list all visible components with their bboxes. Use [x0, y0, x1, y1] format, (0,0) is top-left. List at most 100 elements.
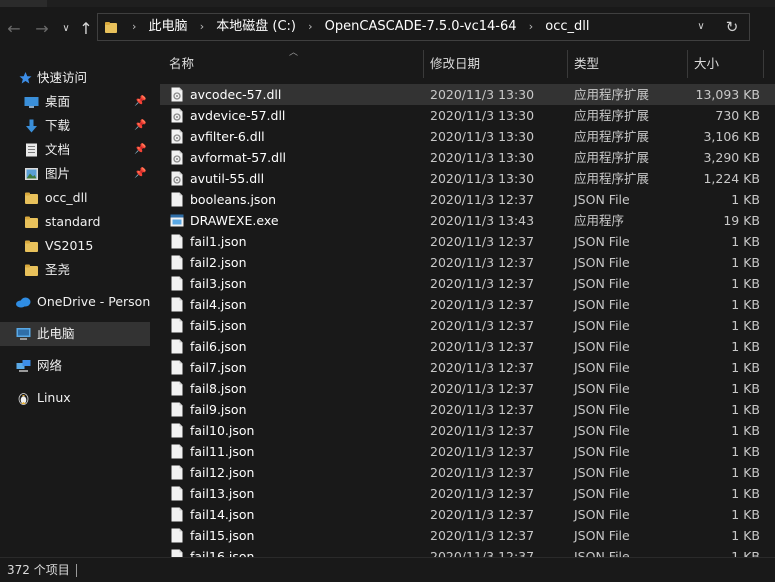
table-row[interactable]: fail3.json 2020/11/3 12:37 JSON File 1 KB [160, 273, 775, 294]
sidebar-item-desktop[interactable]: 桌面 📌 [0, 90, 150, 114]
refresh-button[interactable]: ↻ [721, 17, 743, 37]
sidebar-item-occ-dll[interactable]: occ_dll [0, 186, 150, 210]
file-size: 1 KB [731, 339, 760, 354]
file-date: 2020/11/3 12:37 [430, 234, 535, 249]
file-type: 应用程序扩展 [574, 171, 650, 186]
file-size: 3,106 KB [703, 129, 760, 144]
chevron-down-icon: ∨ [62, 23, 70, 34]
address-dropdown-button[interactable]: ∨ [691, 18, 711, 36]
json-file-icon [171, 318, 183, 333]
recent-locations-button[interactable]: ∨ [56, 19, 76, 39]
sidebar-item-documents[interactable]: 文档 📌 [0, 138, 150, 162]
table-row[interactable]: DRAWEXE.exe 2020/11/3 13:43 应用程序 19 KB [160, 210, 775, 231]
status-divider [76, 564, 77, 577]
sidebar-item-standard[interactable]: standard [0, 210, 150, 234]
up-button[interactable]: ↑ [76, 19, 96, 39]
column-header-size[interactable]: 大小 [694, 50, 719, 78]
file-name: fail1.json [190, 234, 247, 249]
column-header-type[interactable]: 类型 [574, 50, 599, 78]
file-name: booleans.json [190, 192, 277, 207]
json-file-icon [171, 486, 183, 501]
file-size: 1 KB [731, 360, 760, 375]
network-icon [16, 360, 31, 372]
json-file-icon [171, 465, 183, 480]
file-size: 1 KB [731, 234, 760, 249]
file-size: 1 KB [731, 192, 760, 207]
sidebar-item-quick-access[interactable]: 快速访问 [0, 66, 150, 90]
sidebar-item-shengyao[interactable]: 圣尧 [0, 258, 150, 282]
sidebar-item-label: occ_dll [45, 190, 88, 205]
file-list: avcodec-57.dll 2020/11/3 13:30 应用程序扩展 13,09… [160, 84, 775, 557]
column-header-date[interactable]: 修改日期 [430, 50, 480, 78]
breadcrumb-local-disk[interactable]: 本地磁盘 (C:) [216, 14, 296, 40]
desktop-icon [24, 97, 39, 108]
sidebar-item-onedrive[interactable]: OneDrive - Persona [0, 290, 150, 314]
json-file-icon [171, 339, 183, 354]
table-row[interactable]: avutil-55.dll 2020/11/3 13:30 应用程序扩展 1,224 … [160, 168, 775, 189]
file-date: 2020/11/3 12:37 [430, 339, 535, 354]
file-name: fail16.json [190, 549, 255, 557]
address-bar: ← → ∨ ↑ › 此电脑 › 本地磁盘 (C:) › OpenCASCADE-… [0, 7, 775, 49]
column-divider[interactable] [763, 50, 764, 78]
file-type: 应用程序扩展 [574, 129, 650, 144]
file-size: 1,224 KB [703, 171, 760, 186]
breadcrumb-opencascade[interactable]: OpenCASCADE-7.5.0-vc14-64 [325, 14, 517, 40]
forward-button[interactable]: → [32, 19, 52, 39]
table-row[interactable]: fail5.json 2020/11/3 12:37 JSON File 1 KB [160, 315, 775, 336]
file-date: 2020/11/3 13:43 [430, 213, 535, 228]
table-row[interactable]: fail7.json 2020/11/3 12:37 JSON File 1 KB [160, 357, 775, 378]
arrow-right-icon: → [35, 19, 49, 38]
table-row[interactable]: fail12.json 2020/11/3 12:37 JSON File 1 KB [160, 462, 775, 483]
file-type: JSON File [574, 255, 630, 270]
breadcrumb: › 此电脑 › 本地磁盘 (C:) › OpenCASCADE-7.5.0-vc… [124, 14, 589, 40]
file-type: JSON File [574, 234, 630, 249]
table-row[interactable]: fail8.json 2020/11/3 12:37 JSON File 1 KB [160, 378, 775, 399]
sidebar-item-vs2015[interactable]: VS2015 [0, 234, 150, 258]
json-file-icon [171, 402, 183, 417]
pin-icon: 📌 [134, 168, 147, 179]
file-type: JSON File [574, 465, 630, 480]
dll-file-icon [171, 87, 183, 102]
table-row[interactable]: fail14.json 2020/11/3 12:37 JSON File 1 KB [160, 504, 775, 525]
file-size: 1 KB [731, 465, 760, 480]
sidebar-item-pictures[interactable]: 图片 📌 [0, 162, 150, 186]
file-date: 2020/11/3 13:30 [430, 129, 535, 144]
table-row[interactable]: fail9.json 2020/11/3 12:37 JSON File 1 KB [160, 399, 775, 420]
table-row[interactable]: avformat-57.dll 2020/11/3 13:30 应用程序扩展 3,29… [160, 147, 775, 168]
sidebar-item-network[interactable]: 网络 [0, 354, 150, 378]
column-header-name[interactable]: 名称 [169, 50, 194, 78]
sidebar-item-this-pc[interactable]: 此电脑 [0, 322, 150, 346]
file-size: 1 KB [731, 297, 760, 312]
sidebar-item-linux[interactable]: Linux [0, 386, 150, 410]
column-divider[interactable] [567, 50, 568, 78]
file-type: 应用程序扩展 [574, 150, 650, 165]
column-divider[interactable] [687, 50, 688, 78]
table-row[interactable]: fail16.json 2020/11/3 12:37 JSON File 1 KB [160, 546, 775, 557]
table-row[interactable]: fail4.json 2020/11/3 12:37 JSON File 1 KB [160, 294, 775, 315]
sidebar-item-downloads[interactable]: 下载 📌 [0, 114, 150, 138]
item-count: 372 个项目 [7, 563, 70, 577]
table-row[interactable]: avdevice-57.dll 2020/11/3 13:30 应用程序扩展 730 … [160, 105, 775, 126]
back-button[interactable]: ← [4, 19, 24, 39]
address-box[interactable]: › 此电脑 › 本地磁盘 (C:) › OpenCASCADE-7.5.0-vc… [97, 13, 750, 41]
column-divider[interactable] [423, 50, 424, 78]
file-date: 2020/11/3 12:37 [430, 528, 535, 543]
file-name: avcodec-57.dll [190, 87, 282, 102]
table-row[interactable]: fail1.json 2020/11/3 12:37 JSON File 1 KB [160, 231, 775, 252]
table-row[interactable]: avcodec-57.dll 2020/11/3 13:30 应用程序扩展 13,09… [160, 84, 775, 105]
table-row[interactable]: fail15.json 2020/11/3 12:37 JSON File 1 KB [160, 525, 775, 546]
table-row[interactable]: fail6.json 2020/11/3 12:37 JSON File 1 KB [160, 336, 775, 357]
table-row[interactable]: fail2.json 2020/11/3 12:37 JSON File 1 KB [160, 252, 775, 273]
sidebar-item-label: 圣尧 [45, 262, 71, 277]
breadcrumb-this-pc[interactable]: 此电脑 [149, 14, 188, 40]
table-row[interactable]: fail10.json 2020/11/3 12:37 JSON File 1 KB [160, 420, 775, 441]
table-row[interactable]: booleans.json 2020/11/3 12:37 JSON File 1 K… [160, 189, 775, 210]
table-row[interactable]: avfilter-6.dll 2020/11/3 13:30 应用程序扩展 3,106… [160, 126, 775, 147]
file-type: JSON File [574, 192, 630, 207]
table-row[interactable]: fail11.json 2020/11/3 12:37 JSON File 1 KB [160, 441, 775, 462]
table-row[interactable]: fail13.json 2020/11/3 12:37 JSON File 1 KB [160, 483, 775, 504]
file-name: DRAWEXE.exe [190, 213, 279, 228]
dll-file-icon [171, 171, 183, 186]
file-date: 2020/11/3 12:37 [430, 549, 535, 557]
breadcrumb-occ-dll[interactable]: occ_dll [545, 14, 589, 40]
